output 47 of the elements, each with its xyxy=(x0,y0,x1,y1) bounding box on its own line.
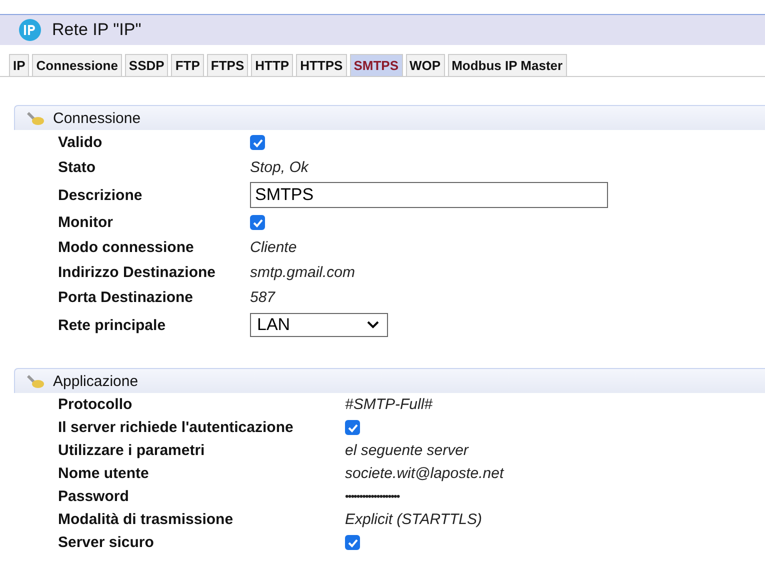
description-field[interactable]: SMTPS xyxy=(250,182,608,208)
field-label: Stato xyxy=(58,159,96,176)
field-value: Explicit (STARTTLS) xyxy=(345,511,482,528)
tab[interactable]: Modbus IP Master xyxy=(448,54,567,76)
tab[interactable]: FTP xyxy=(171,54,204,76)
field-value: smtp.gmail.com xyxy=(250,264,356,281)
tab[interactable]: SSDP xyxy=(124,54,168,76)
tab[interactable]: WOP xyxy=(406,54,445,76)
tab[interactable]: HTTP xyxy=(251,54,294,76)
field-label: Protocollo xyxy=(58,396,134,413)
checkbox[interactable] xyxy=(345,535,360,550)
checkbox[interactable] xyxy=(250,215,265,230)
tab[interactable]: HTTPS xyxy=(296,54,347,76)
field-value: #SMTP-Full# xyxy=(345,396,433,413)
network-dropdown[interactable]: LAN xyxy=(250,313,388,337)
field-value: Stop, Ok xyxy=(250,159,308,176)
tab[interactable]: IP xyxy=(9,54,30,76)
field-label: Modalità di trasmissione xyxy=(58,511,234,528)
tab[interactable]: SMTPS xyxy=(350,54,402,76)
tab[interactable]: Connessione xyxy=(32,54,122,76)
field-value: Cliente xyxy=(250,239,297,256)
field-value: 587 xyxy=(250,289,276,306)
password-value: ••••••••••••••••••• xyxy=(345,490,400,502)
field-label: Utilizzare i parametri xyxy=(58,442,206,459)
field-value: el seguente server xyxy=(345,442,468,459)
field-label: Nome utente xyxy=(58,465,150,482)
field-label: Server sicuro xyxy=(58,534,155,551)
field-label: Monitor xyxy=(58,214,114,231)
field-label: Indirizzo Destinazione xyxy=(58,264,217,281)
field-label: Descrizione xyxy=(58,186,144,204)
field-label: Rete principale xyxy=(58,316,167,334)
window-title: Rete IP "IP" xyxy=(52,20,142,40)
field-label: Il server richiede l'autenticazione xyxy=(58,419,294,436)
checkbox[interactable] xyxy=(250,135,265,150)
checkbox[interactable] xyxy=(345,420,360,435)
field-label: Password xyxy=(58,488,130,505)
section-title: Connessione xyxy=(53,110,141,126)
field-label: Porta Destinazione xyxy=(58,289,194,306)
ip-logo-icon xyxy=(18,18,42,42)
section-title: Applicazione xyxy=(53,372,138,390)
tools-icon xyxy=(25,110,45,126)
tools-icon xyxy=(25,373,45,389)
field-label: Valido xyxy=(58,134,104,151)
field-value: societe.wit@laposte.net xyxy=(345,465,504,482)
chevron-down-icon xyxy=(367,321,379,329)
field-label: Modo connessione xyxy=(58,239,195,256)
tab[interactable]: FTPS xyxy=(206,54,248,76)
